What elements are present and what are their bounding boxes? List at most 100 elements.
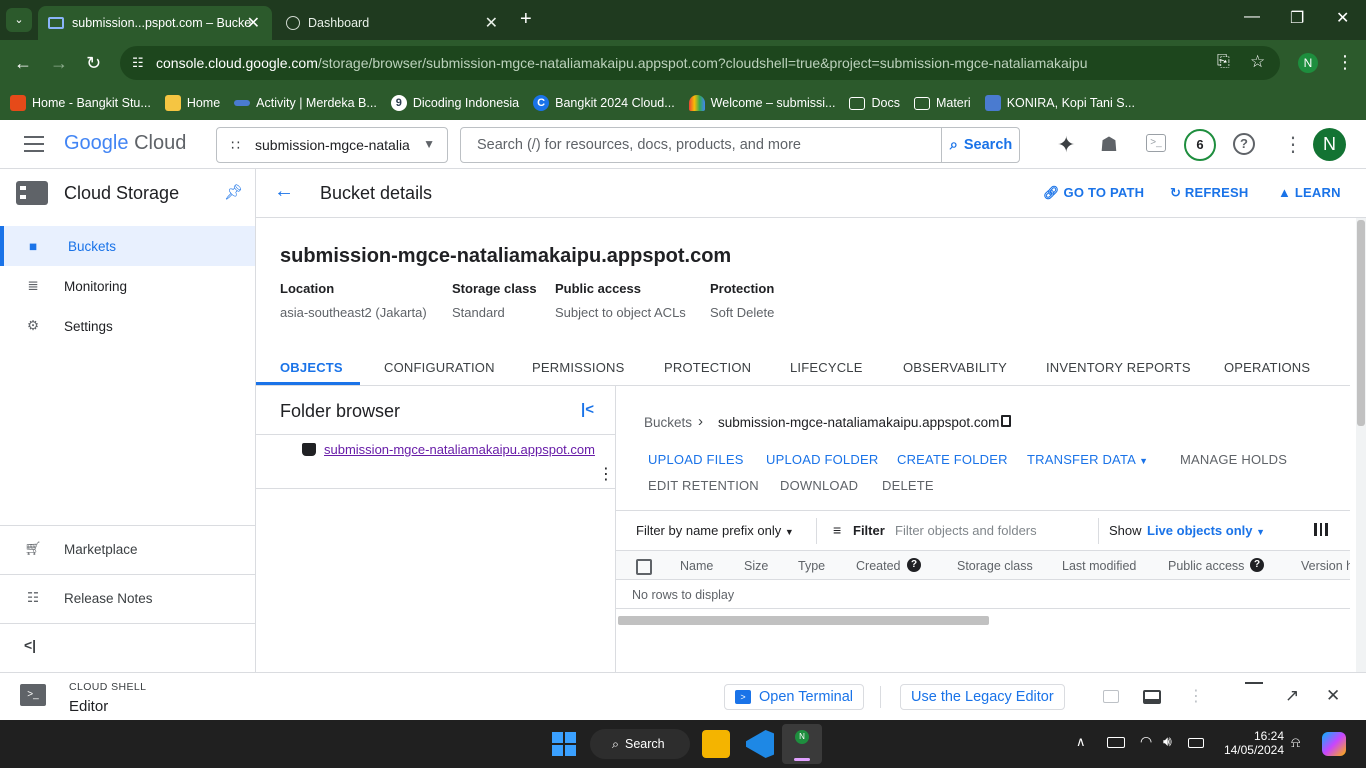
file-explorer-icon[interactable] [702,730,730,758]
keyboard-icon[interactable] [1107,737,1125,748]
battery-icon[interactable] [1188,738,1204,748]
tab-configuration[interactable]: CONFIGURATION [384,360,495,375]
column-header-type[interactable]: Type [798,559,825,573]
tab-protection[interactable]: PROTECTION [664,360,751,375]
clipboard-icon[interactable]: ⎘ [1217,53,1230,71]
cloud-shell-icon[interactable]: >_ [1146,134,1166,152]
project-picker[interactable]: ∷ submission-mgce-natalia ▼ [216,127,448,163]
account-avatar[interactable]: N [1313,128,1346,161]
volume-icon[interactable]: 🔊︎ [1163,733,1172,750]
search-button[interactable]: ⌕ Search [941,127,1020,163]
column-header-name[interactable]: Name [680,559,713,573]
google-cloud-logo[interactable]: Google Cloud [64,132,186,155]
tab-permissions[interactable]: PERMISSIONS [532,360,625,375]
browser-tab-active[interactable]: submission...pspot.com – Bucke ✕ [38,6,272,40]
transfer-data-button[interactable]: TRANSFER DATA ▼ [1027,452,1148,467]
select-all-checkbox[interactable] [636,559,652,575]
close-tab-icon[interactable]: ✕ [247,13,260,33]
browser-tab[interactable]: Dashboard ✕ [276,6,510,40]
forward-arrow-icon[interactable]: → [50,53,68,74]
edit-retention-button[interactable]: EDIT RETENTION [648,478,759,493]
bookmark-bangkit[interactable]: Home - Bangkit Stu... [10,95,151,111]
collapse-panel-icon[interactable]: |< [581,401,594,418]
bookmark-star-icon[interactable]: ☆ [1250,52,1265,72]
new-tab-icon[interactable]: + [520,8,532,31]
folder-browser-bucket-link[interactable]: submission-mgce-nataliamakaipu.appspot.c… [324,442,595,457]
bookmark-home[interactable]: Home [164,95,220,111]
minimize-window-icon[interactable]: — [1244,8,1260,26]
tab-inventory-reports[interactable]: INVENTORY REPORTS [1046,360,1191,375]
bookmark-dicoding[interactable]: 9 Dicoding Indonesia [390,95,519,111]
show-select[interactable]: Live objects only ▼ [1147,523,1265,538]
notification-bell-icon[interactable]: ⍾ [1291,734,1300,751]
sidebar-item-buckets[interactable]: ■ Buckets [0,226,255,266]
gemini-sparkle-icon[interactable]: ✦ [1057,132,1075,158]
learn-button[interactable]: ▲ LEARN [1278,185,1341,200]
close-window-icon[interactable]: ✕ [1336,8,1349,28]
open-new-window-icon[interactable]: ↗ [1285,686,1299,706]
hamburger-menu-icon[interactable] [24,136,44,152]
legacy-editor-button[interactable]: Use the Legacy Editor [900,684,1065,710]
layout-icon[interactable] [1143,690,1161,704]
help-icon[interactable]: ? [907,558,921,572]
bookmark-konira[interactable]: KONIRA, Kopi Tani S... [984,95,1135,111]
restore-window-icon[interactable]: ❐ [1290,8,1304,28]
column-header-public-access[interactable]: Public access [1168,559,1244,573]
column-header-created[interactable]: Created [856,559,900,573]
breadcrumb-root[interactable]: Buckets [644,415,692,430]
site-info-icon[interactable]: ☷ [132,55,144,71]
bookmark-activity[interactable]: Activity | Merdeka B... [234,96,377,110]
sidebar-item-settings[interactable]: ⚙ Settings [0,306,255,346]
column-header-last-modified[interactable]: Last modified [1062,559,1136,573]
download-button[interactable]: DOWNLOAD [780,478,858,493]
more-options-icon[interactable]: ⋮ [1283,132,1303,157]
more-options-icon[interactable]: ⋮ [1188,686,1204,706]
bookmark-folder-docs[interactable]: Docs [849,96,900,110]
column-header-storage-class[interactable]: Storage class [957,559,1033,573]
tab-observability[interactable]: OBSERVABILITY [903,360,1007,375]
tab-search-chevron-icon[interactable]: ⌄ [6,8,32,32]
windows-start-icon[interactable] [552,732,576,756]
web-preview-icon[interactable] [1103,690,1119,703]
more-options-icon[interactable]: ⋮ [598,464,614,484]
help-icon[interactable]: ? [1233,133,1255,155]
sidebar-item-marketplace[interactable]: 🛒︎ Marketplace [0,529,255,569]
bookmark-welcome[interactable]: Welcome – submissi... [688,95,835,111]
taskbar-search[interactable]: ⌕ Search [590,729,690,759]
back-arrow-icon[interactable]: ← [14,53,32,74]
wifi-icon[interactable]: ◠ [1140,733,1152,750]
reload-icon[interactable]: ↻ [86,53,101,74]
tab-lifecycle[interactable]: LIFECYCLE [790,360,863,375]
clock[interactable]: 16:24 14/05/2024 [1220,729,1284,757]
filter-input[interactable]: Filter objects and folders [895,523,1037,538]
close-shell-icon[interactable]: ✕ [1326,686,1340,706]
browser-menu-icon[interactable]: ⋮ [1336,52,1354,73]
profile-avatar[interactable]: N [1298,53,1318,73]
notifications-badge[interactable]: 6 [1184,129,1216,161]
bookmark-folder-materi[interactable]: Materi [913,96,971,110]
close-tab-icon[interactable]: ✕ [485,13,498,33]
open-terminal-button[interactable]: > Open Terminal [724,684,865,710]
minimize-shell-icon[interactable] [1245,682,1263,684]
tab-objects[interactable]: OBJECTS [280,360,343,375]
tray-chevron-icon[interactable]: ∧ [1076,734,1086,750]
upload-folder-button[interactable]: UPLOAD FOLDER [766,452,878,467]
horizontal-scrollbar[interactable] [618,616,989,625]
create-folder-button[interactable]: CREATE FOLDER [897,452,1008,467]
sidebar-item-release-notes[interactable]: ☷ Release Notes [0,578,255,618]
collapse-sidebar-icon[interactable]: <| [24,637,36,653]
page-scrollbar[interactable] [1356,218,1366,672]
gift-icon[interactable]: ☗ [1100,132,1118,157]
search-input[interactable]: Search (/) for resources, docs, products… [460,127,1020,163]
copy-icon[interactable] [1001,415,1011,427]
bookmark-bangkit-cloud[interactable]: C Bangkit 2024 Cloud... [533,95,675,111]
column-display-icon[interactable] [1314,523,1328,536]
column-header-version-history[interactable]: Version h [1301,559,1350,573]
help-icon[interactable]: ? [1250,558,1264,572]
address-bar[interactable]: ☷ console.cloud.google.com/storage/brows… [120,46,1280,80]
refresh-button[interactable]: ↻ REFRESH [1170,185,1248,201]
tab-operations[interactable]: OPERATIONS [1224,360,1310,375]
back-arrow-icon[interactable]: ← [274,180,294,203]
filter-mode-select[interactable]: Filter by name prefix only ▼ [636,523,794,538]
pin-icon[interactable]: 📌︎ [224,183,243,201]
